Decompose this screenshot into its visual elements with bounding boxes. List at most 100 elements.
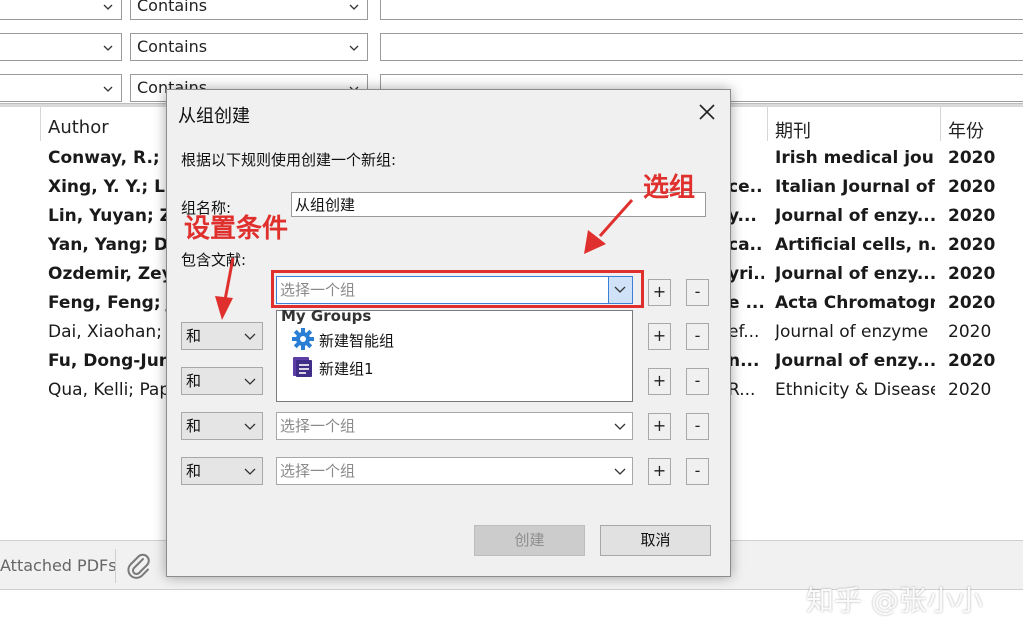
chevron-down-icon <box>103 4 113 10</box>
cell-author: Ozdemir, Zeyn <box>48 264 168 284</box>
cell-journal: Italian Journal of... <box>775 177 935 197</box>
cell-journal: Artificial cells, n... <box>775 235 935 255</box>
dropdown-option-label: 新建智能组 <box>319 332 395 350</box>
chevron-down-icon <box>103 86 113 92</box>
group-dropdown-list: My Groups 新建智能组 新建组1 <box>276 307 633 402</box>
cell-year: 2020 <box>948 293 996 313</box>
remove-rule-button[interactable]: - <box>686 279 709 306</box>
chevron-down-icon <box>349 4 359 10</box>
column-separator[interactable] <box>940 107 941 141</box>
dialog-title: 从组创建 <box>178 106 250 127</box>
dropdown-option-label: 新建组1 <box>319 360 374 378</box>
remove-rule-button[interactable]: - <box>686 368 709 395</box>
field-select[interactable] <box>0 0 122 20</box>
add-rule-button[interactable]: + <box>648 323 671 350</box>
annotation-set-condition: 设置条件 <box>184 214 289 244</box>
smart-group-gear-icon <box>292 328 314 350</box>
highlight-frame <box>271 270 644 308</box>
connector-select[interactable]: 和 <box>181 322 263 350</box>
connector-value: 和 <box>186 327 202 345</box>
cell-year: 2020 <box>948 380 992 400</box>
chevron-down-icon <box>103 45 113 51</box>
cell-year: 2020 <box>948 177 996 197</box>
operator-value: Contains <box>137 37 208 56</box>
remove-rule-button[interactable]: - <box>686 458 709 485</box>
cell-title: e ... <box>728 293 764 313</box>
cell-author: Feng, Feng; Jia <box>48 293 168 313</box>
cell-year: 2020 <box>948 351 996 371</box>
watermark: 知乎 @张小小 <box>806 584 983 617</box>
dropdown-section-header: My Groups <box>281 307 372 325</box>
remove-rule-button[interactable]: - <box>686 323 709 350</box>
divider <box>115 549 116 583</box>
cell-title: R... <box>728 380 756 400</box>
attached-pdfs-tab[interactable]: Attached PDFs <box>0 556 117 575</box>
cell-author: Lin, Yuyan; Zh <box>48 206 168 226</box>
cell-journal: Acta Chromatogr... <box>775 293 935 313</box>
remove-rule-button[interactable]: - <box>686 413 709 440</box>
cell-title: ef... <box>728 322 760 342</box>
cell-author: Fu, Dong-Jun; <box>48 351 168 371</box>
paperclip-icon[interactable] <box>126 552 152 580</box>
group-select-placeholder: 选择一个组 <box>280 417 356 435</box>
chevron-down-icon <box>244 378 256 385</box>
chevron-down-icon <box>244 423 256 430</box>
connector-value: 和 <box>186 462 202 480</box>
cell-year: 2020 <box>948 322 992 342</box>
connector-value: 和 <box>186 372 202 390</box>
add-rule-button[interactable]: + <box>648 458 671 485</box>
connector-value: 和 <box>186 417 202 435</box>
column-header-journal[interactable]: 期刊 <box>775 117 811 143</box>
cell-author: Dai, Xiaohan; S <box>48 322 168 342</box>
add-rule-button[interactable]: + <box>648 413 671 440</box>
search-value-input[interactable] <box>380 0 1023 20</box>
dialog-instruction: 根据以下规则使用创建一个新组: <box>181 151 397 169</box>
field-select[interactable] <box>0 74 122 102</box>
column-separator[interactable] <box>40 107 41 141</box>
cell-year: 2020 <box>948 264 996 284</box>
chevron-down-icon <box>349 45 359 51</box>
column-header-year[interactable]: 年份 <box>948 117 984 143</box>
cell-journal: Journal of enzy... <box>775 351 935 371</box>
chevron-down-icon <box>614 423 626 430</box>
chevron-down-icon <box>614 468 626 475</box>
create-button[interactable]: 创建 <box>474 525 585 556</box>
annotation-select-group: 选组 <box>643 173 696 203</box>
column-separator[interactable] <box>767 107 768 141</box>
cell-journal: Journal of enzyme ... <box>775 322 935 342</box>
chevron-down-icon <box>244 468 256 475</box>
cell-title: ce... <box>728 177 764 197</box>
group-select[interactable]: 选择一个组 <box>276 412 633 440</box>
connector-select[interactable]: 和 <box>181 457 263 485</box>
column-header-author[interactable]: Author <box>48 117 109 138</box>
cancel-button[interactable]: 取消 <box>600 525 711 556</box>
connector-select[interactable]: 和 <box>181 367 263 395</box>
close-icon[interactable] <box>696 101 718 123</box>
create-from-groups-dialog: 从组创建 根据以下规则使用创建一个新组: 组名称: 包含文献: 选择一个组 + … <box>166 89 731 577</box>
cell-author: Qua, Kelli; Papp <box>48 380 168 400</box>
cell-year: 2020 <box>948 235 996 255</box>
chevron-down-icon <box>244 333 256 340</box>
cell-year: 2020 <box>948 148 996 168</box>
cell-title: y... <box>728 206 757 226</box>
cell-journal: Ethnicity & Disease <box>775 380 935 400</box>
cell-title: n... <box>728 351 760 371</box>
include-references-label: 包含文献: <box>181 251 247 269</box>
search-value-input[interactable] <box>380 33 1023 61</box>
cell-author: Conway, R.; O <box>48 148 168 168</box>
group-select[interactable]: 选择一个组 <box>276 457 633 485</box>
cell-journal: Journal of enzy... <box>775 206 935 226</box>
add-rule-button[interactable]: + <box>648 368 671 395</box>
field-select[interactable] <box>0 33 122 61</box>
cell-author: Yan, Yang; Du, <box>48 235 168 255</box>
group-list-icon <box>293 357 312 377</box>
cell-title: yri... <box>728 264 764 284</box>
add-rule-button[interactable]: + <box>648 279 671 306</box>
cell-journal: Irish medical jou... <box>775 148 935 168</box>
connector-select[interactable]: 和 <box>181 412 263 440</box>
group-select-placeholder: 选择一个组 <box>280 462 356 480</box>
operator-select[interactable]: Contains <box>130 0 368 20</box>
cell-title: ca... <box>728 235 764 255</box>
operator-select[interactable]: Contains <box>130 33 368 61</box>
cell-author: Xing, Y. Y.; Li, I <box>48 177 168 197</box>
